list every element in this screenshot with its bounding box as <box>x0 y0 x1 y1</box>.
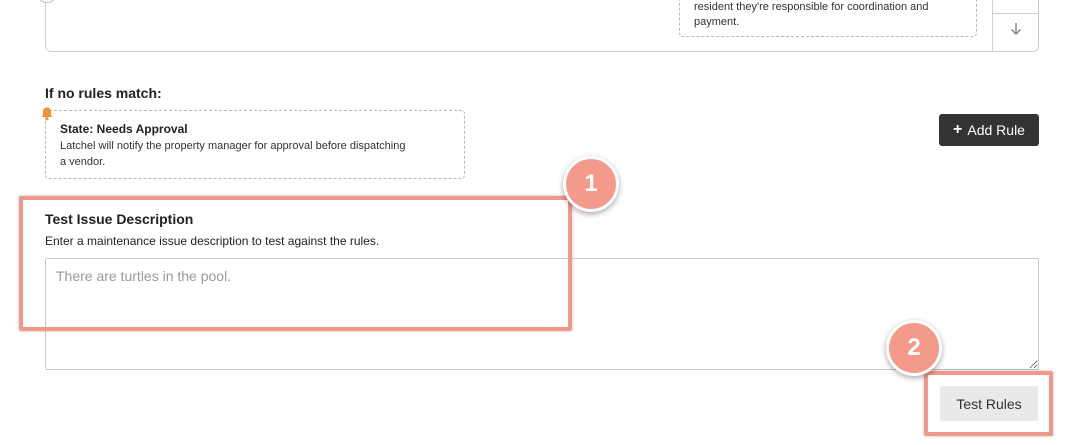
rule-card: resident they're responsible for coordin… <box>36 0 1039 52</box>
test-rules-button[interactable]: Test Rules <box>940 386 1038 421</box>
rule-action-note: resident they're responsible for coordin… <box>679 0 977 37</box>
plus-icon: + <box>953 121 963 138</box>
step-2-badge: 2 <box>886 320 942 376</box>
step-1-badge: 1 <box>563 156 619 212</box>
state-desc-line-1: Latchel will notify the property manager… <box>60 140 406 152</box>
rule-note-line-1: resident they're responsible for coordin… <box>694 1 929 13</box>
bell-icon <box>40 106 54 121</box>
test-issue-description: Enter a maintenance issue description to… <box>45 234 380 248</box>
no-match-heading: If no rules match: <box>45 85 162 101</box>
add-rule-label: Add Rule <box>967 122 1025 138</box>
reorder-controls <box>992 0 1038 51</box>
state-title: State: Needs Approval <box>60 122 188 136</box>
state-desc-line-2: a vendor. <box>60 156 106 168</box>
arrow-down-icon[interactable] <box>993 21 1038 41</box>
state-description: Latchel will notify the property manager… <box>60 138 450 170</box>
rule-note-line-2: payment. <box>694 16 740 28</box>
default-state-card: State: Needs Approval Latchel will notif… <box>41 107 465 179</box>
add-rule-button[interactable]: + Add Rule <box>939 114 1039 146</box>
test-issue-heading: Test Issue Description <box>45 211 194 227</box>
reorder-divider <box>993 13 1038 14</box>
rule-handle-icon[interactable] <box>36 0 58 3</box>
